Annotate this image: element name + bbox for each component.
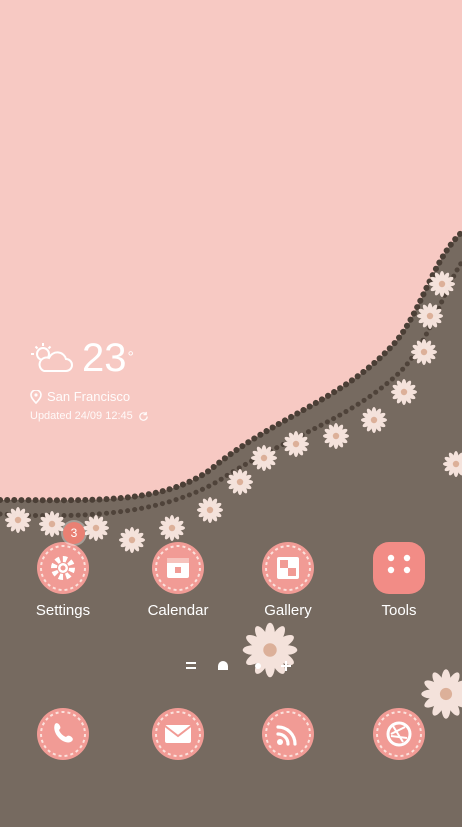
dock-mail[interactable]: [128, 706, 228, 762]
weather-widget[interactable]: 23° San Francisco Updated 24/09 12:45: [30, 336, 149, 422]
location-label: San Francisco: [47, 389, 131, 404]
page-dot: [255, 663, 261, 669]
dock-phone[interactable]: [13, 706, 113, 762]
app-gallery[interactable]: Gallery: [238, 540, 338, 619]
app-tools-folder[interactable]: Tools: [349, 540, 449, 619]
temperature: 23°: [82, 336, 134, 380]
add-page-icon: [281, 661, 291, 671]
home-page-icon: [218, 661, 228, 670]
refresh-icon[interactable]: [138, 411, 149, 422]
app-calendar[interactable]: Calendar: [128, 540, 228, 619]
app-label-calendar: Calendar: [147, 602, 209, 619]
page-indicator[interactable]: [180, 656, 300, 676]
dock-camera[interactable]: [349, 706, 449, 762]
location: San Francisco: [30, 389, 149, 404]
gear-icon: [37, 542, 89, 594]
notification-badge: 3: [63, 522, 85, 544]
app-label-settings: Settings: [35, 602, 91, 619]
rss-icon: [262, 708, 314, 760]
app-settings[interactable]: 3 Settings: [13, 522, 113, 619]
app-label-tools: Tools: [381, 602, 417, 619]
phone-icon: [37, 708, 89, 760]
partly-cloudy-icon: [31, 343, 73, 372]
camera-shutter-icon: [373, 708, 425, 760]
location-pin-icon: [30, 389, 42, 404]
app-label-gallery: Gallery: [264, 602, 312, 619]
mail-icon: [152, 708, 204, 760]
tools-folder-icon: [373, 542, 425, 594]
menu-page-icon: [186, 662, 196, 664]
calendar-icon: [152, 542, 204, 594]
gallery-icon: [262, 542, 314, 594]
dock-rss[interactable]: [238, 706, 338, 762]
updated-time: Updated 24/09 12:45: [30, 410, 149, 422]
updated-label: Updated 24/09 12:45: [30, 410, 133, 422]
